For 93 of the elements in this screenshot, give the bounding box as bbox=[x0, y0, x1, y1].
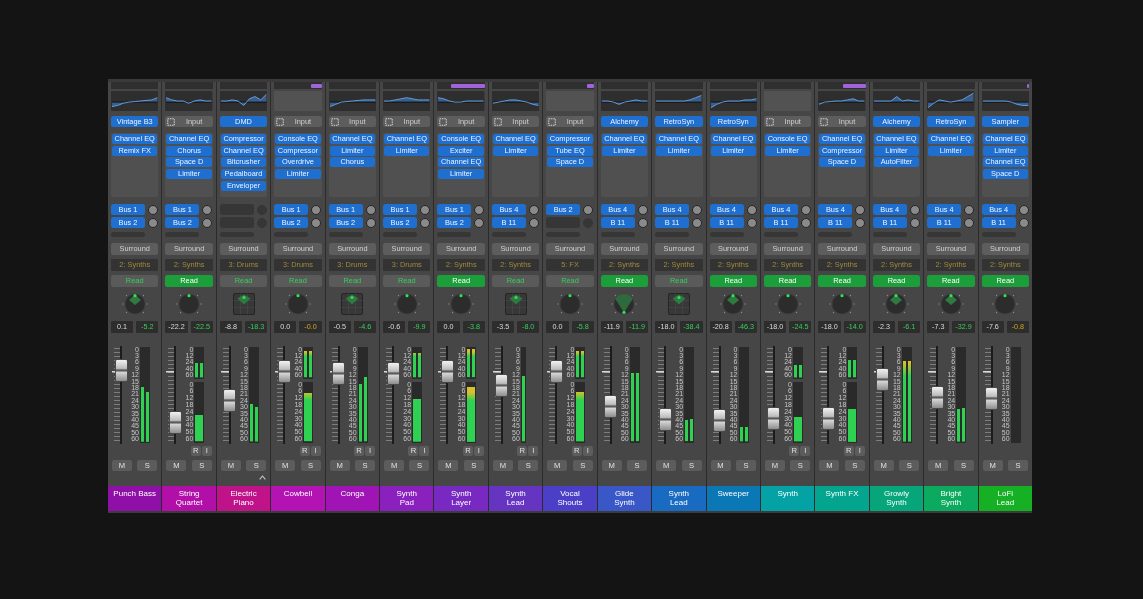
fader-thumb[interactable] bbox=[713, 409, 726, 433]
send-knob[interactable] bbox=[311, 204, 322, 215]
eq-curve-drawing[interactable] bbox=[328, 91, 377, 111]
eq-curve-drawing[interactable] bbox=[709, 91, 757, 111]
surround-panner[interactable] bbox=[504, 292, 527, 315]
send-knob[interactable] bbox=[202, 204, 213, 215]
surround-panner[interactable] bbox=[341, 292, 364, 315]
fader-thumb[interactable] bbox=[332, 362, 346, 386]
send-knob[interactable] bbox=[474, 217, 485, 228]
fader-thumb[interactable] bbox=[604, 394, 618, 418]
eq-curve-drawing[interactable] bbox=[927, 91, 975, 111]
send-knob[interactable] bbox=[528, 217, 539, 228]
track-name[interactable]: Growly Synth bbox=[869, 485, 924, 511]
dashed-square-icon bbox=[493, 117, 502, 126]
send-knob[interactable] bbox=[365, 217, 376, 228]
track-name[interactable]: Conga bbox=[325, 485, 380, 511]
eq-curve-drawing[interactable] bbox=[165, 91, 213, 111]
track-name[interactable]: Cowbell bbox=[271, 485, 325, 511]
fader-thumb[interactable] bbox=[767, 406, 781, 430]
dashed-square-icon bbox=[439, 117, 448, 126]
track-name[interactable]: Bright Synth bbox=[924, 485, 978, 511]
send-knob[interactable] bbox=[800, 204, 811, 215]
track-name[interactable]: Synth bbox=[760, 485, 815, 511]
send-knob[interactable] bbox=[855, 204, 866, 215]
fader-thumb[interactable] bbox=[930, 385, 944, 409]
send-knob[interactable] bbox=[637, 204, 648, 215]
send-knob[interactable] bbox=[964, 204, 975, 215]
track-name[interactable]: Synth FX bbox=[815, 485, 869, 511]
eq-curve-drawing[interactable] bbox=[491, 91, 540, 111]
eq-curve-drawing[interactable] bbox=[818, 91, 866, 111]
send-knob[interactable] bbox=[148, 217, 158, 228]
track-name[interactable]: Glide Synth bbox=[597, 485, 652, 511]
send-knob[interactable] bbox=[202, 217, 213, 228]
send-knob[interactable] bbox=[692, 217, 703, 228]
fader-thumb[interactable] bbox=[876, 368, 890, 392]
track-name[interactable]: Synth Lead bbox=[488, 485, 543, 511]
dashed-square-icon bbox=[765, 117, 774, 126]
send-knob[interactable] bbox=[909, 217, 920, 228]
eq-curve-drawing[interactable] bbox=[872, 91, 921, 111]
send-knob[interactable] bbox=[964, 217, 975, 228]
send-knob[interactable] bbox=[909, 204, 920, 215]
fader-thumb[interactable] bbox=[277, 360, 291, 384]
track-name[interactable]: String Quartet bbox=[162, 485, 216, 511]
send-knob[interactable] bbox=[311, 217, 322, 228]
send-knob[interactable] bbox=[474, 204, 485, 215]
track-name[interactable]: Punch Bass bbox=[108, 485, 162, 511]
track-name[interactable]: Vocal Shouts bbox=[543, 485, 597, 511]
fader-thumb[interactable] bbox=[549, 360, 563, 384]
dashed-square-icon bbox=[820, 117, 829, 126]
eq-curve-drawing[interactable] bbox=[600, 91, 649, 111]
send-knob[interactable] bbox=[148, 204, 158, 215]
send-knob[interactable] bbox=[365, 204, 376, 215]
send-knob[interactable] bbox=[855, 217, 866, 228]
eq-curve-drawing[interactable] bbox=[383, 91, 431, 111]
send-knob[interactable] bbox=[420, 217, 431, 228]
fader-thumb[interactable] bbox=[114, 359, 128, 383]
eq-curve-drawing[interactable] bbox=[111, 91, 159, 111]
track-name[interactable]: Synth Lead bbox=[652, 485, 706, 511]
send-knob[interactable] bbox=[420, 204, 431, 215]
dashed-square-icon bbox=[330, 117, 339, 126]
send-knob[interactable] bbox=[528, 204, 539, 215]
dashed-square-icon bbox=[167, 117, 176, 126]
fader-thumb[interactable] bbox=[440, 360, 454, 384]
dashed-square-icon bbox=[276, 117, 285, 126]
send-knob[interactable] bbox=[1018, 204, 1029, 215]
send-knob[interactable] bbox=[583, 204, 594, 215]
fader-thumb[interactable] bbox=[658, 407, 672, 431]
fader-thumb[interactable] bbox=[985, 386, 999, 410]
send-knob[interactable] bbox=[692, 204, 703, 215]
send-knob[interactable] bbox=[746, 204, 757, 215]
surround-panner[interactable] bbox=[667, 292, 690, 315]
fader-thumb[interactable] bbox=[168, 411, 182, 435]
eq-curve-drawing[interactable] bbox=[981, 91, 1029, 111]
fader-thumb[interactable] bbox=[495, 374, 509, 398]
fader-thumb[interactable] bbox=[223, 388, 237, 412]
dashed-square-icon bbox=[548, 117, 557, 126]
eq-curve-drawing[interactable] bbox=[219, 91, 268, 111]
fader-thumb[interactable] bbox=[821, 406, 835, 430]
track-name[interactable]: Synth Layer bbox=[434, 485, 488, 511]
track-name[interactable]: LoFi Lead bbox=[978, 485, 1032, 511]
send-knob[interactable] bbox=[746, 217, 757, 228]
dashed-square-icon bbox=[385, 117, 394, 126]
fader-thumb[interactable] bbox=[386, 362, 400, 386]
eq-curve-drawing[interactable] bbox=[437, 91, 485, 111]
send-knob[interactable] bbox=[637, 217, 648, 228]
send-knob[interactable] bbox=[1018, 217, 1029, 228]
track-name[interactable]: Electric Piano bbox=[216, 485, 271, 511]
send-knob[interactable] bbox=[800, 217, 811, 228]
surround-panner[interactable] bbox=[232, 292, 255, 315]
track-name[interactable]: Synth Pad bbox=[380, 485, 434, 511]
eq-curve-drawing[interactable] bbox=[655, 91, 703, 111]
caret-icon[interactable] bbox=[259, 475, 267, 480]
track-name[interactable]: Sweeper bbox=[706, 485, 760, 511]
